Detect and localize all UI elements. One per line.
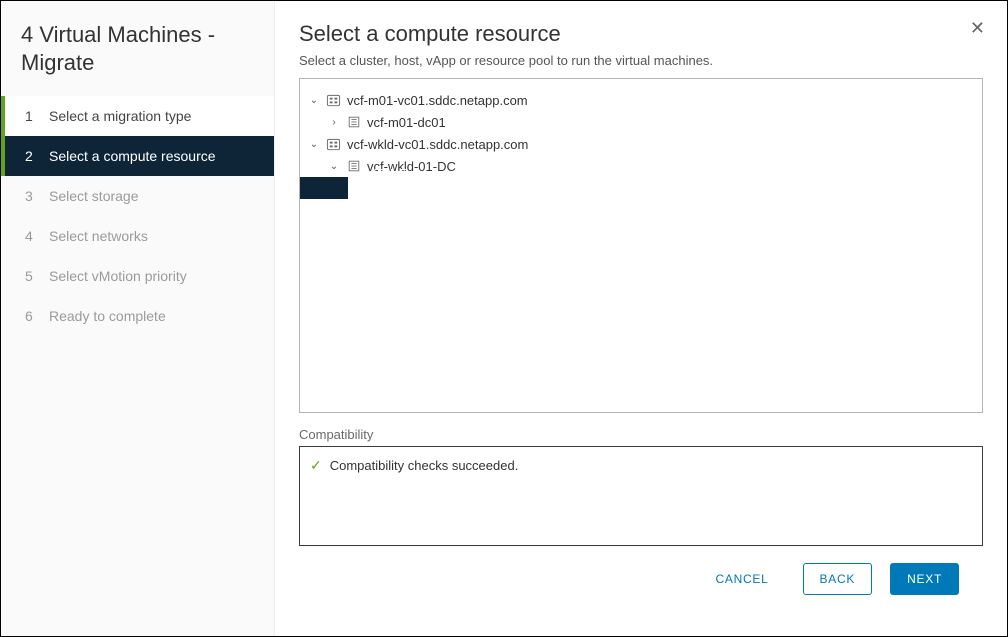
step-number: 4	[25, 228, 39, 244]
compatibility-message: Compatibility checks succeeded.	[330, 458, 519, 473]
compatibility-label: Compatibility	[299, 427, 983, 442]
chevron-down-icon[interactable]: ⌄	[308, 139, 320, 150]
step-label: Select storage	[49, 188, 139, 204]
compatibility-box: ✓ Compatibility checks succeeded.	[299, 446, 983, 546]
wizard-title: 4 Virtual Machines - Migrate	[1, 21, 274, 96]
step-label: Select vMotion priority	[49, 268, 187, 284]
resource-tree[interactable]: ⌄ vcf-m01-vc01.sddc.netapp.com ›	[299, 78, 983, 413]
check-icon: ✓	[310, 457, 322, 474]
chevron-down-icon[interactable]: ⌄	[328, 161, 340, 172]
compatibility-status: ✓ Compatibility checks succeeded.	[310, 457, 972, 474]
step-number: 5	[25, 268, 39, 284]
next-button[interactable]: NEXT	[890, 563, 959, 595]
chevron-down-icon[interactable]: ⌄	[308, 95, 320, 106]
main-panel: ✕ Select a compute resource Select a clu…	[275, 1, 1007, 636]
step-networks[interactable]: 4 Select networks	[1, 216, 274, 256]
step-label: Select networks	[49, 228, 148, 244]
step-vmotion-priority[interactable]: 5 Select vMotion priority	[1, 256, 274, 296]
tree-node-vcenter[interactable]: ⌄ vcf-m01-vc01.sddc.netapp.com	[308, 89, 974, 111]
step-label: Ready to complete	[49, 308, 166, 324]
tree-node-datacenter[interactable]: › vcf-m01-dc01	[328, 111, 974, 133]
step-number: 6	[25, 308, 39, 324]
back-button[interactable]: BACK	[803, 563, 873, 595]
datacenter-icon	[346, 159, 361, 174]
tree-label: vcf-m01-vc01.sddc.netapp.com	[347, 93, 528, 108]
cancel-button[interactable]: CANCEL	[700, 564, 785, 594]
page-subtitle: Select a cluster, host, vApp or resource…	[299, 53, 983, 68]
datacenter-icon	[346, 115, 361, 130]
tree-label: IT-INF-WKLD-01	[371, 166, 413, 211]
step-storage[interactable]: 3 Select storage	[1, 176, 274, 216]
tree-label: vcf-m01-dc01	[367, 115, 446, 130]
cluster-icon	[348, 181, 363, 196]
tree-label: vcf-wkld-vc01.sddc.netapp.com	[347, 137, 528, 152]
tree-node-datacenter[interactable]: ⌄ vcf-wkld-01-DC	[328, 155, 974, 177]
wizard-sidebar: 4 Virtual Machines - Migrate 1 Select a …	[1, 1, 275, 636]
close-icon[interactable]: ✕	[970, 19, 985, 37]
vcenter-icon	[326, 137, 341, 152]
step-migration-type[interactable]: 1 Select a migration type	[1, 96, 274, 136]
wizard-steps: 1 Select a migration type 2 Select a com…	[1, 96, 274, 336]
wizard-footer: CANCEL BACK NEXT	[299, 546, 983, 615]
step-label: Select a compute resource	[49, 148, 216, 164]
step-compute-resource[interactable]: 2 Select a compute resource	[1, 136, 274, 176]
vcenter-icon	[326, 93, 341, 108]
chevron-right-icon[interactable]: ›	[328, 117, 340, 128]
step-number: 1	[25, 108, 39, 124]
step-ready-complete[interactable]: 6 Ready to complete	[1, 296, 274, 336]
step-number: 2	[25, 148, 39, 164]
page-title: Select a compute resource	[299, 21, 983, 47]
tree-node-vcenter[interactable]: ⌄ vcf-wkld-vc01.sddc.netapp.com	[308, 133, 974, 155]
step-label: Select a migration type	[49, 108, 191, 124]
tree-node-cluster-selected[interactable]: IT-INF-WKLD-01	[299, 177, 348, 199]
step-number: 3	[25, 188, 39, 204]
